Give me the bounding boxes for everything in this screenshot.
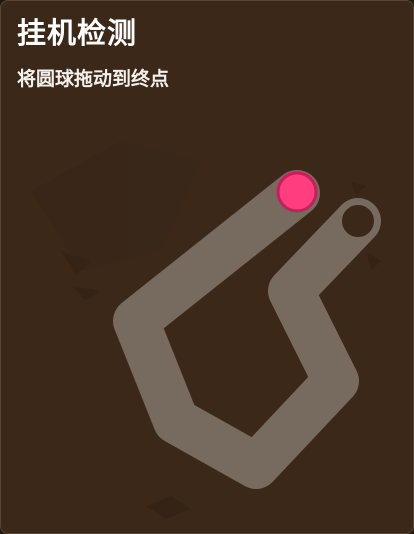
drag-board [31, 141, 381, 519]
drag-ball[interactable] [276, 171, 318, 213]
goal-target [338, 201, 378, 241]
maze-track [113, 170, 381, 489]
captcha-panel: 挂机检测 将圆球拖动到终点 [0, 0, 414, 534]
